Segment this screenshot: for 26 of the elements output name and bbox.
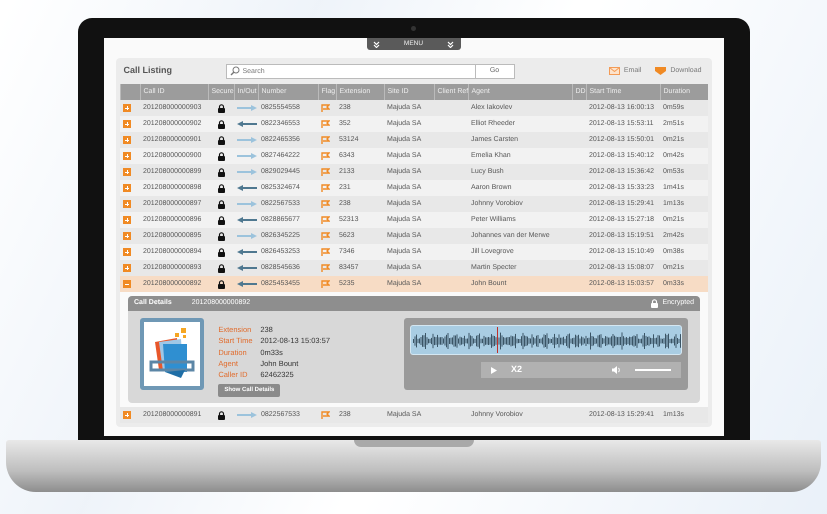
expand-toggle[interactable] [123, 216, 131, 224]
expand-toggle[interactable] [123, 136, 131, 144]
expand-toggle[interactable] [123, 168, 131, 176]
speed-button[interactable]: X2 [511, 363, 522, 377]
expand-toggle[interactable] [123, 264, 131, 272]
expand-toggle[interactable] [123, 120, 131, 128]
envelope-icon [608, 67, 620, 75]
chevron-icon [447, 40, 454, 48]
expand-toggle[interactable] [123, 152, 131, 160]
download-icon [655, 67, 666, 75]
expand-toggle[interactable] [123, 280, 131, 288]
expand-toggle[interactable] [123, 232, 131, 240]
expand-toggle[interactable] [123, 184, 131, 192]
expand-toggle[interactable] [123, 104, 131, 112]
panel-title: Call Listing [122, 64, 174, 78]
chevron-icon [372, 40, 380, 48]
play-button[interactable] [491, 366, 497, 374]
search-icon [230, 66, 240, 76]
play-icon [491, 366, 497, 374]
lock-icon [651, 299, 658, 308]
expand-toggle[interactable] [123, 411, 131, 420]
speaker-icon [612, 366, 621, 374]
expand-toggle[interactable] [123, 200, 131, 208]
camera-dot [410, 26, 416, 31]
expand-toggle[interactable] [123, 248, 131, 256]
folders-drawing [147, 328, 198, 380]
